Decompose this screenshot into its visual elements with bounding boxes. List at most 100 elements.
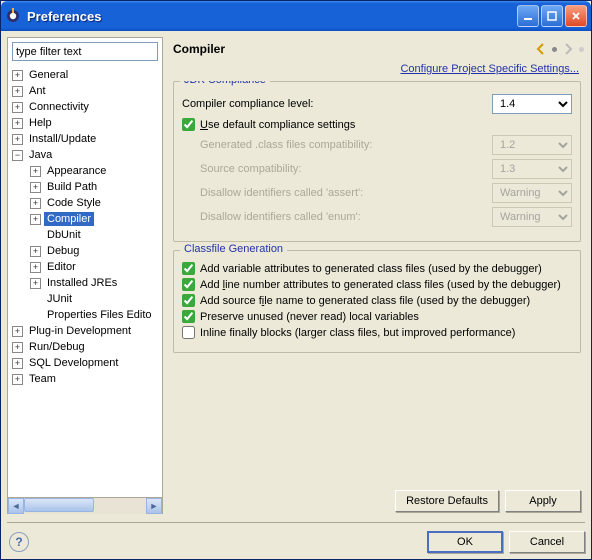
preserve-checkbox[interactable]	[182, 310, 195, 323]
enum-select: Warning	[492, 207, 572, 227]
help-button[interactable]: ?	[9, 532, 29, 552]
tree-item-dbunit[interactable]: DbUnit	[8, 227, 162, 243]
tree-item-connectivity[interactable]: +Connectivity	[8, 99, 162, 115]
expand-icon[interactable]: +	[12, 342, 23, 353]
tree-item-label: Plug-in Development	[26, 324, 134, 338]
preserve-label[interactable]: Preserve unused (never read) local varia…	[200, 311, 419, 323]
forward-menu-icon	[579, 47, 584, 52]
forward-button	[558, 40, 578, 58]
tree-item-label: Code Style	[44, 196, 104, 210]
expand-icon[interactable]: +	[30, 166, 41, 177]
source-file-checkbox[interactable]	[182, 294, 195, 307]
expand-icon[interactable]: +	[30, 246, 41, 257]
tree-item-label: DbUnit	[44, 228, 84, 242]
tree-item-label: SQL Development	[26, 356, 121, 370]
expand-icon[interactable]: +	[30, 198, 41, 209]
scroll-left-button[interactable]: ◄	[8, 498, 24, 514]
expand-icon[interactable]: +	[12, 118, 23, 129]
page-title: Compiler	[169, 42, 225, 56]
tree-item-install-update[interactable]: +Install/Update	[8, 131, 162, 147]
assert-label: Disallow identifiers called 'assert':	[200, 187, 486, 199]
titlebar[interactable]: Preferences	[1, 1, 591, 31]
enum-label: Disallow identifiers called 'enum':	[200, 211, 486, 223]
expand-icon[interactable]: +	[30, 182, 41, 193]
tree-item-properties-files-edito[interactable]: Properties Files Edito	[8, 307, 162, 323]
class-compat-label: Generated .class files compatibility:	[200, 139, 486, 151]
ok-button[interactable]: OK	[427, 531, 503, 553]
tree-item-label: Properties Files Edito	[44, 308, 155, 322]
tree-item-label: Editor	[44, 260, 79, 274]
tree-item-ant[interactable]: +Ant	[8, 83, 162, 99]
tree-item-editor[interactable]: +Editor	[8, 259, 162, 275]
tree-item-appearance[interactable]: +Appearance	[8, 163, 162, 179]
expand-icon[interactable]: +	[12, 86, 23, 97]
expand-icon[interactable]: +	[12, 374, 23, 385]
tree-item-run-debug[interactable]: +Run/Debug	[8, 339, 162, 355]
use-default-label[interactable]: Use default compliance settings	[200, 119, 355, 131]
collapse-icon[interactable]: −	[12, 150, 23, 161]
expand-icon[interactable]: +	[12, 70, 23, 81]
tree-item-label: Team	[26, 372, 59, 386]
nav-pane: +General+Ant+Connectivity+Help+Install/U…	[7, 37, 163, 514]
tree-item-general[interactable]: +General	[8, 67, 162, 83]
tree-item-label: Install/Update	[26, 132, 99, 146]
tree-item-build-path[interactable]: +Build Path	[8, 179, 162, 195]
tree-item-label: Installed JREs	[44, 276, 120, 290]
tree-item-java[interactable]: −Java	[8, 147, 162, 163]
tree-item-installed-jres[interactable]: +Installed JREs	[8, 275, 162, 291]
expand-icon[interactable]: +	[12, 102, 23, 113]
expand-icon[interactable]: +	[30, 278, 41, 289]
var-attr-label[interactable]: Add variable attributes to generated cla…	[200, 263, 542, 275]
app-icon	[5, 8, 21, 24]
var-attr-checkbox[interactable]	[182, 262, 195, 275]
restore-defaults-button[interactable]: Restore Defaults	[395, 490, 499, 512]
minimize-button[interactable]	[517, 5, 539, 27]
line-attr-label[interactable]: Add line number attributes to generated …	[200, 279, 561, 291]
tree-item-label: Appearance	[44, 164, 109, 178]
preferences-tree[interactable]: +General+Ant+Connectivity+Help+Install/U…	[8, 67, 162, 387]
filter-input[interactable]	[12, 42, 158, 61]
line-attr-checkbox[interactable]	[182, 278, 195, 291]
tree-item-team[interactable]: +Team	[8, 371, 162, 387]
tree-item-label: Connectivity	[26, 100, 92, 114]
tree-item-label: Run/Debug	[26, 340, 88, 354]
tree-item-compiler[interactable]: +Compiler	[8, 211, 162, 227]
compliance-select[interactable]: 1.4	[492, 94, 572, 114]
expand-icon[interactable]: +	[30, 214, 41, 225]
maximize-button[interactable]	[541, 5, 563, 27]
expand-icon[interactable]: +	[12, 326, 23, 337]
jdk-group-title: JDK Compliance	[180, 81, 270, 86]
back-menu-icon[interactable]	[552, 47, 557, 52]
tree-item-label: General	[26, 68, 71, 82]
expand-icon[interactable]: +	[12, 134, 23, 145]
inline-label[interactable]: Inline finally blocks (larger class file…	[200, 327, 515, 339]
compliance-label: Compiler compliance level:	[182, 98, 486, 110]
tree-item-sql-development[interactable]: +SQL Development	[8, 355, 162, 371]
tree-item-label: Debug	[44, 244, 82, 258]
tree-item-help[interactable]: +Help	[8, 115, 162, 131]
classfile-group-title: Classfile Generation	[180, 243, 287, 255]
inline-checkbox[interactable]	[182, 326, 195, 339]
source-compat-label: Source compatibility:	[200, 163, 486, 175]
apply-button[interactable]: Apply	[505, 490, 581, 512]
source-file-label[interactable]: Add source file name to generated class …	[200, 295, 530, 307]
close-button[interactable]	[565, 5, 587, 27]
scroll-right-button[interactable]: ►	[146, 498, 162, 514]
tree-item-code-style[interactable]: +Code Style	[8, 195, 162, 211]
horizontal-scrollbar[interactable]: ◄ ►	[8, 497, 162, 513]
tree-item-plug-in-development[interactable]: +Plug-in Development	[8, 323, 162, 339]
tree-item-label: Compiler	[44, 212, 94, 226]
tree-item-label: Java	[26, 148, 55, 162]
expand-icon[interactable]: +	[12, 358, 23, 369]
use-default-checkbox[interactable]	[182, 118, 195, 131]
tree-item-junit[interactable]: JUnit	[8, 291, 162, 307]
scroll-thumb[interactable]	[24, 498, 94, 512]
expand-icon[interactable]: +	[30, 262, 41, 273]
tree-item-debug[interactable]: +Debug	[8, 243, 162, 259]
back-button[interactable]	[531, 40, 551, 58]
scroll-track[interactable]	[24, 498, 146, 514]
class-compat-select: 1.2	[492, 135, 572, 155]
cancel-button[interactable]: Cancel	[509, 531, 585, 553]
assert-select: Warning	[492, 183, 572, 203]
configure-project-link[interactable]: Configure Project Specific Settings...	[400, 63, 579, 75]
